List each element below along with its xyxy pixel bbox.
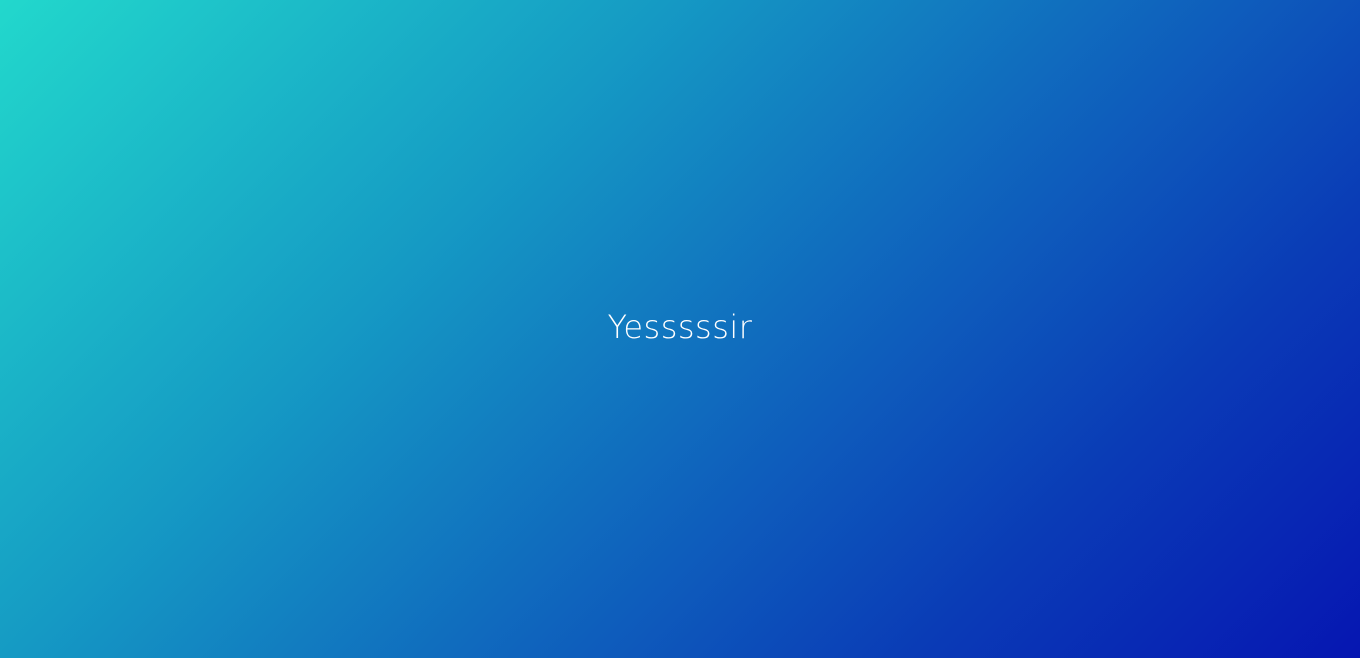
center-text: Yesssssir bbox=[607, 308, 753, 346]
gradient-background: Yesssssir bbox=[0, 0, 1360, 658]
